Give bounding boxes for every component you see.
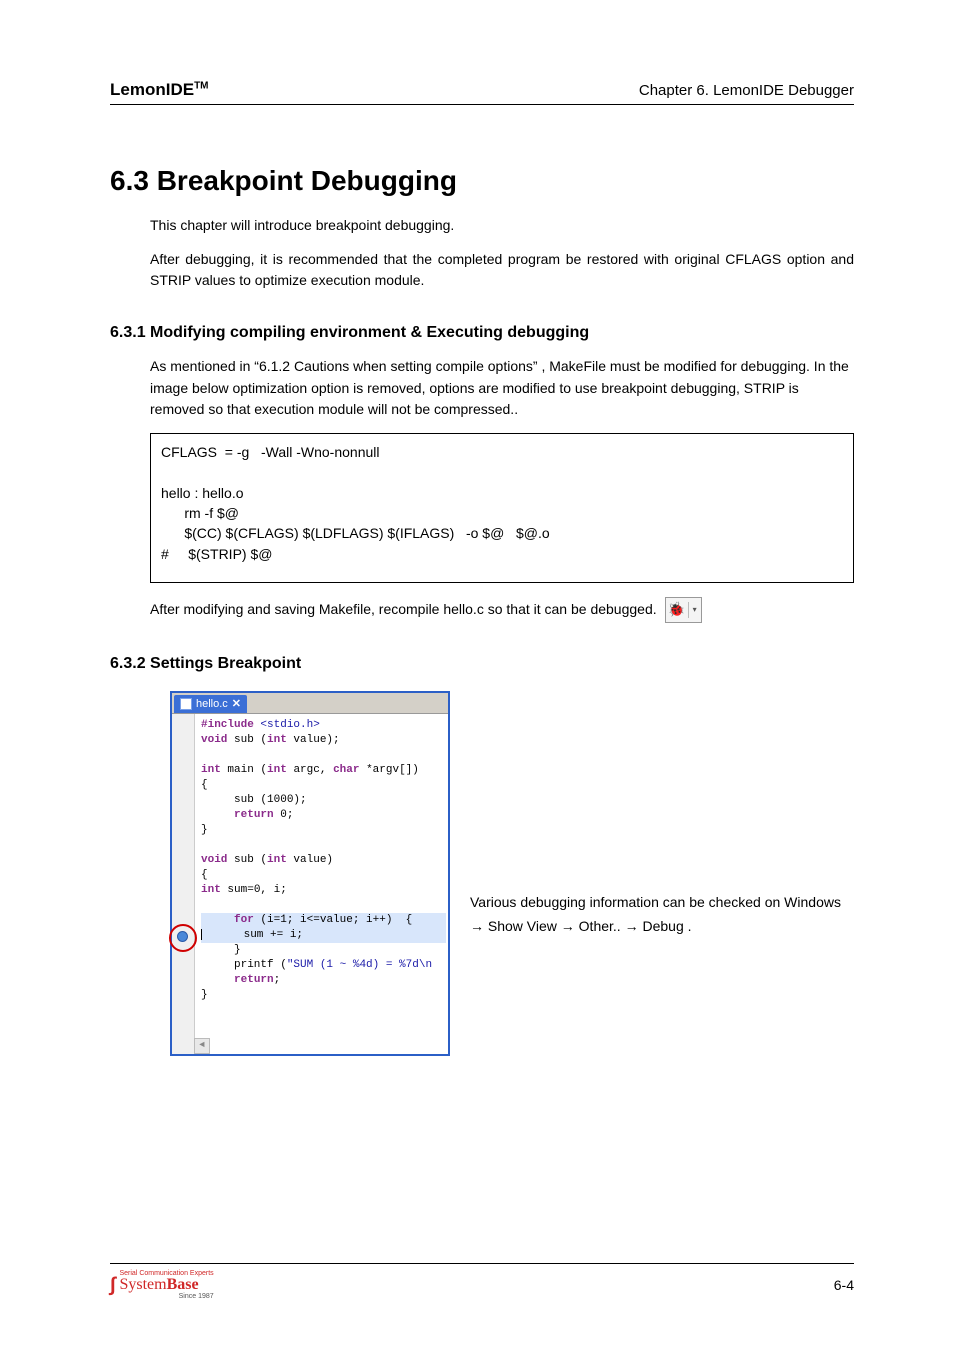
bug-icon: 🐞: [668, 601, 686, 619]
subsection-1-heading: 6.3.1 Modifying compiling environment & …: [110, 324, 854, 342]
app-name: LemonIDETM: [110, 80, 209, 100]
app-name-text: LemonIDE: [110, 80, 194, 99]
close-icon[interactable]: ✕: [232, 697, 241, 710]
note-line-2: → Show View → Other.. → Debug .: [470, 915, 854, 939]
breakpoint-highlight-circle: [169, 924, 197, 952]
scroll-left-button[interactable]: ◄: [194, 1038, 210, 1054]
editor-gutter[interactable]: [172, 714, 195, 1054]
editor-tab-hello[interactable]: hello.c ✕: [174, 695, 247, 713]
chevron-down-icon: ▾: [691, 604, 699, 616]
page-footer: ∫ Serial Communication Experts SystemBas…: [110, 1263, 854, 1300]
tab-label: hello.c: [196, 698, 228, 710]
debug-view-note: Various debugging information can be che…: [470, 891, 854, 939]
page-number: 6-4: [834, 1277, 854, 1293]
after-code-text: After modifying and saving Makefile, rec…: [150, 599, 657, 621]
code-editor: hello.c ✕ #include <stdio.h> void sub (i…: [170, 691, 450, 1056]
subsection-1-para: As mentioned in “6.1.2 Cautions when set…: [150, 356, 854, 421]
intro-para-2: After debugging, it is recommended that …: [150, 249, 854, 292]
editor-tabbar: hello.c ✕: [172, 693, 448, 714]
after-code-row: After modifying and saving Makefile, rec…: [150, 597, 854, 623]
text-cursor: [201, 929, 202, 940]
intro-para-1: This chapter will introduce breakpoint d…: [150, 215, 854, 237]
separator-icon: [688, 602, 689, 618]
code-lines[interactable]: #include <stdio.h> void sub (int value);…: [195, 714, 448, 1054]
systembase-logo: ∫ Serial Communication Experts SystemBas…: [110, 1270, 214, 1300]
note-line-1: Various debugging information can be che…: [470, 891, 854, 915]
debug-dropdown-button[interactable]: 🐞 ▾: [665, 597, 702, 623]
makefile-code-box: CFLAGS = -g -Wall -Wno-nonnull hello : h…: [150, 433, 854, 583]
section-heading: 6.3 Breakpoint Debugging: [110, 165, 854, 197]
logo-since: Since 1987: [179, 1293, 214, 1300]
logo-name-a: System: [119, 1276, 166, 1293]
tm-mark: TM: [194, 80, 208, 91]
logo-swoosh-icon: ∫: [110, 1274, 115, 1297]
logo-name-b: Base: [167, 1276, 199, 1293]
chapter-title: Chapter 6. LemonIDE Debugger: [639, 82, 854, 99]
subsection-2-heading: 6.3.2 Settings Breakpoint: [110, 655, 854, 673]
file-icon: [180, 698, 192, 710]
page-header: LemonIDETM Chapter 6. LemonIDE Debugger: [110, 80, 854, 105]
